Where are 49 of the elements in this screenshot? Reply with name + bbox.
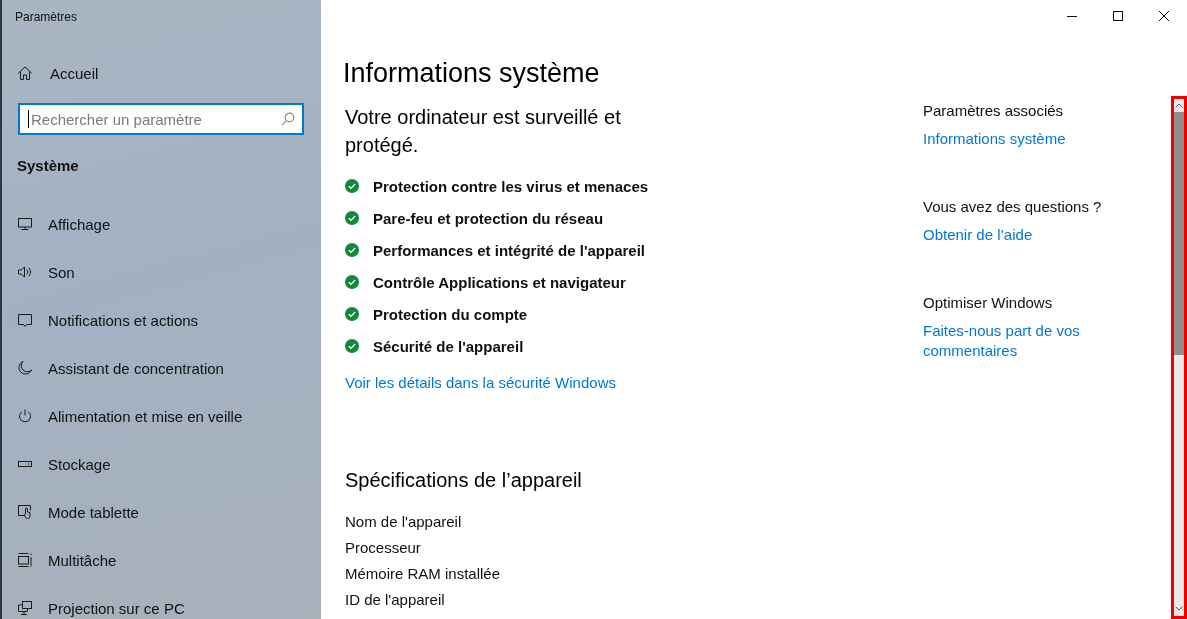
group-heading: Paramètres associés [923, 101, 1064, 121]
close-icon [1159, 11, 1169, 21]
text-cursor-icon [28, 110, 29, 128]
group-heading: Optimiser Windows [923, 293, 1053, 313]
monitor-icon [17, 216, 33, 232]
protection-label: Pare-feu et protection du réseau [373, 209, 604, 227]
page-title: Informations système [343, 57, 601, 90]
protection-label: Protection du compte [373, 305, 528, 323]
sidebar-item[interactable]: Affichage [17, 213, 111, 235]
details-link[interactable]: Voir les détails dans la sécurité Windows [345, 373, 616, 393]
sidebar-item[interactable]: Projection sur ce PC [17, 597, 185, 619]
speaker-icon [17, 264, 33, 280]
search-field[interactable]: Rechercher un paramètre [18, 103, 304, 135]
section-heading: Votre ordinateur est surveillé et protégé. [345, 105, 622, 158]
speech-bubble-icon [17, 312, 33, 328]
section-title: Système [17, 156, 79, 176]
sidebar-item[interactable]: Assistant de concentration [17, 357, 224, 379]
sidebar-item[interactable]: Mode tablette [17, 501, 139, 523]
protection-label: Contrôle Applications et navigateur [373, 273, 626, 291]
chevron-up-icon[interactable] [1175, 103, 1183, 108]
sidebar-item[interactable]: Notifications et actions [17, 309, 199, 331]
spec-label: Mémoire RAM installée [345, 564, 501, 584]
protection-label: Sécurité de l'appareil [373, 337, 524, 355]
chevron-down-icon[interactable] [1175, 606, 1183, 611]
spec-label: Processeur [345, 538, 421, 558]
scrollbar-thumb[interactable] [1174, 112, 1184, 355]
sidebar-item[interactable]: Alimentation et mise en veille [17, 405, 243, 427]
screens-icon [17, 600, 33, 616]
related-link[interactable]: Obtenir de l’aide [923, 225, 1033, 245]
home-link[interactable]: Accueil [17, 62, 99, 84]
sidebar-item[interactable]: Stockage [17, 453, 111, 475]
spec-label: ID de l'appareil [345, 590, 445, 610]
related-link[interactable]: Faites-nous part de vos commentaires [923, 321, 1123, 361]
spec-label: Nom de l'appareil [345, 512, 462, 532]
section-heading: Spécifications de l’appareil [345, 468, 583, 493]
tablet-touch-icon [17, 504, 33, 520]
sidebar-item[interactable]: Multitâche [17, 549, 117, 571]
maximize-icon [1113, 11, 1123, 21]
related-link[interactable]: Informations système [923, 129, 1066, 149]
power-icon [17, 408, 33, 424]
moon-icon [17, 360, 33, 376]
protection-label: Performances et intégrité de l'appareil [373, 241, 645, 259]
home-icon [17, 65, 33, 81]
sidebar-item[interactable]: Son [17, 261, 75, 283]
protection-label: Protection contre les virus et menaces [373, 177, 649, 195]
search-icon[interactable] [281, 112, 295, 126]
window-stack-icon [17, 552, 33, 568]
group-heading: Vous avez des questions ? [923, 197, 1102, 217]
window-title: Paramètres [14, 9, 78, 26]
